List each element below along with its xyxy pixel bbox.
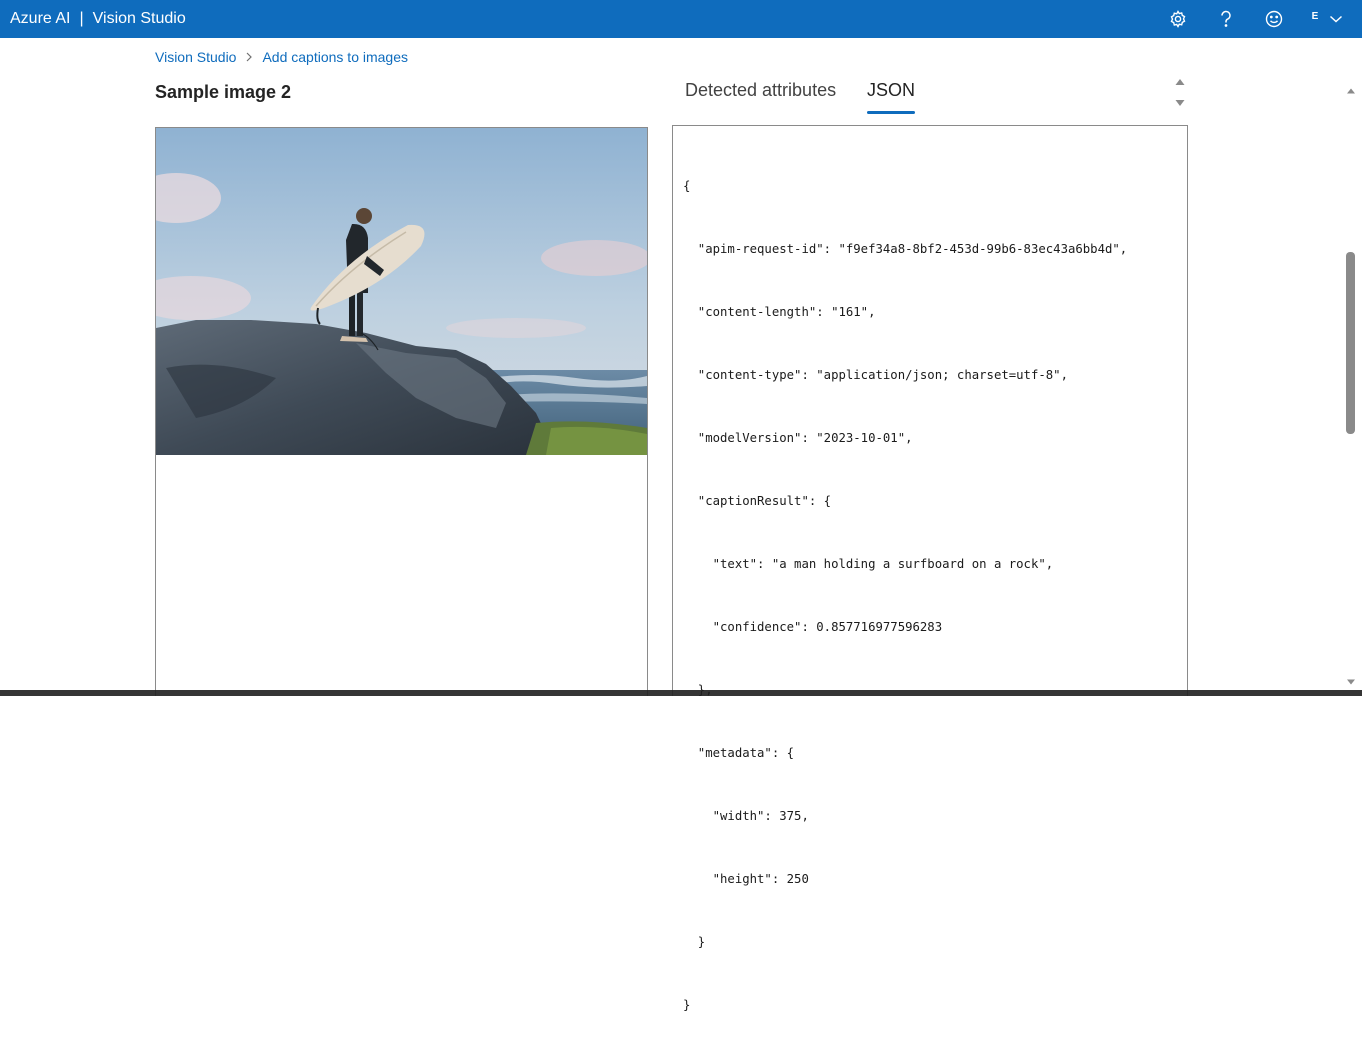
page-title: Sample image 2 bbox=[155, 82, 292, 102]
tab-detected-attributes[interactable]: Detected attributes bbox=[685, 80, 836, 114]
json-line: "captionResult": { bbox=[683, 494, 832, 508]
window-bottom-edge bbox=[0, 690, 1362, 696]
json-line: "content-type": "application/json; chars… bbox=[683, 368, 1068, 382]
brand-azure-ai: Azure AI bbox=[10, 10, 71, 27]
tab-json[interactable]: JSON bbox=[867, 80, 916, 114]
json-line: "height": 250 bbox=[683, 872, 809, 886]
json-line: "text": "a man holding a surfboard on a … bbox=[683, 557, 1054, 571]
account-initial[interactable]: E bbox=[1310, 11, 1320, 22]
json-line: "modelVersion": "2023-10-01", bbox=[683, 431, 913, 445]
sample-image-surfer bbox=[156, 128, 647, 455]
scroll-down-icon[interactable] bbox=[1174, 96, 1186, 108]
chevron-down-icon[interactable] bbox=[1326, 9, 1346, 29]
json-output-panel[interactable]: { "apim-request-id": "f9ef34a8-8bf2-453d… bbox=[672, 125, 1188, 1012]
json-line: "metadata": { bbox=[683, 746, 795, 760]
image-panel bbox=[155, 127, 648, 696]
json-line: { bbox=[683, 179, 691, 193]
top-bar: Azure AI | Vision Studio E bbox=[0, 0, 1362, 38]
scroll-up-icon[interactable] bbox=[1174, 75, 1186, 87]
json-line: "width": 375, bbox=[683, 809, 809, 823]
settings-icon[interactable] bbox=[1168, 9, 1188, 29]
brand-product: Vision Studio bbox=[92, 10, 186, 27]
json-line: "confidence": 0.857716977596283 bbox=[683, 620, 943, 634]
json-line: } bbox=[683, 935, 706, 949]
scrollbar-down-arrow-icon[interactable] bbox=[1346, 674, 1356, 685]
json-line: "content-length": "161", bbox=[683, 305, 876, 319]
page-scrollbar-thumb[interactable] bbox=[1346, 252, 1355, 434]
json-line: } bbox=[683, 998, 691, 1012]
breadcrumb-vision-studio[interactable]: Vision Studio bbox=[155, 49, 236, 65]
feedback-smiley-icon[interactable] bbox=[1264, 9, 1284, 29]
chevron-right-icon bbox=[246, 52, 253, 62]
help-icon[interactable] bbox=[1216, 9, 1236, 29]
breadcrumb-add-captions[interactable]: Add captions to images bbox=[262, 49, 408, 65]
brand-separator: | bbox=[79, 10, 84, 27]
brand[interactable]: Azure AI | Vision Studio bbox=[10, 0, 186, 38]
json-output-text: { "apim-request-id": "f9ef34a8-8bf2-453d… bbox=[683, 134, 1127, 1058]
json-line: "apim-request-id": "f9ef34a8-8bf2-453d-9… bbox=[683, 242, 1128, 256]
scrollbar-up-arrow-icon[interactable] bbox=[1346, 83, 1356, 94]
breadcrumb: Vision Studio Add captions to images bbox=[155, 49, 408, 65]
